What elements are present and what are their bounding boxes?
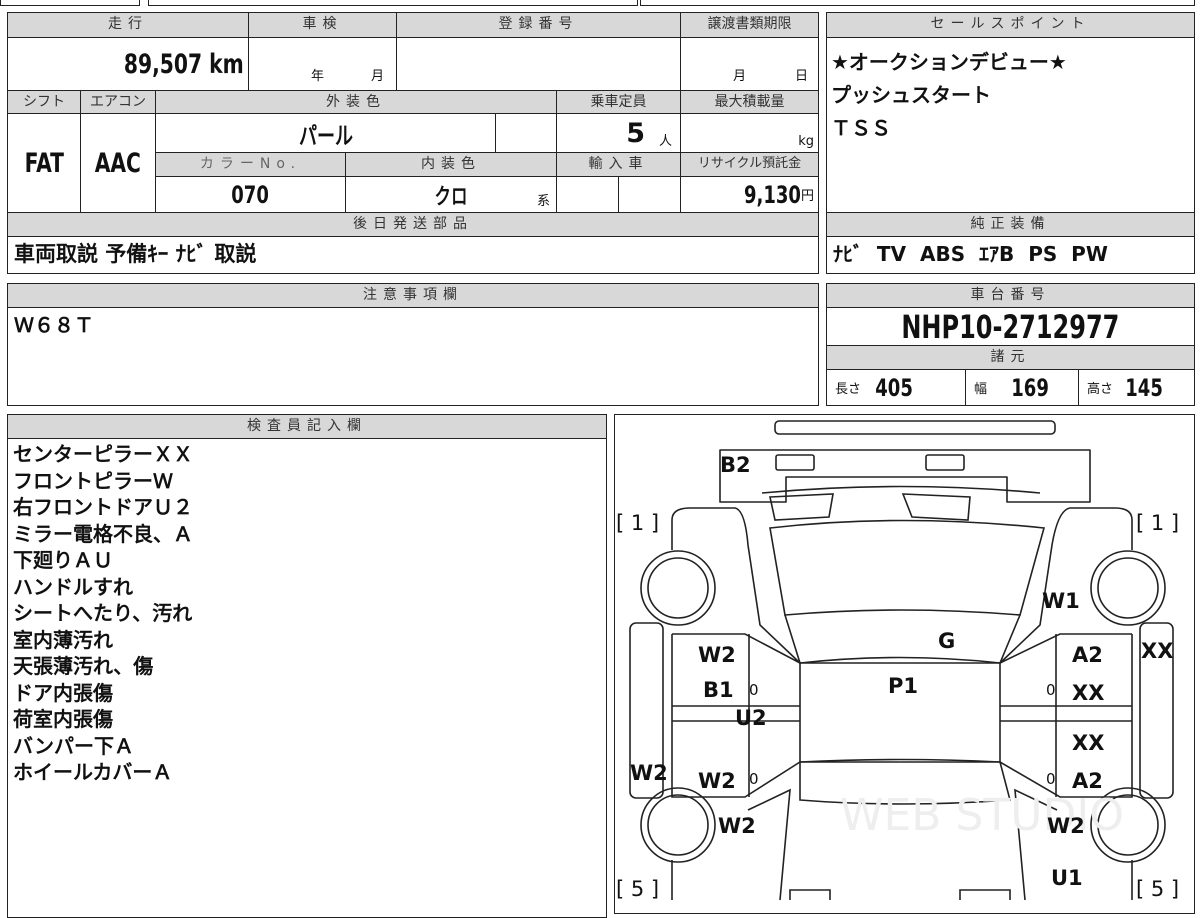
inspector-note: 室内薄汚れ (13, 627, 113, 652)
later-parts-label: 後日発送部品 (7, 212, 819, 237)
top-cell (0, 0, 140, 6)
sales-points-body: ★オークションデビュー★ プッシュスタート ＴＳＳ (826, 37, 1195, 213)
color-no-label: カラーNo. (155, 152, 346, 177)
capacity-value: 5人 (556, 113, 681, 153)
car-diagram: WEB STUDIO B2 [ 1 ] [ 1 ] W1 G W2 A2 XX … (614, 414, 1195, 914)
top-cell (148, 0, 638, 6)
later-parts-value: 車両取説 予備ｷｰ ﾅﾋﾞ 取説 (7, 236, 819, 274)
damage-mark: A2 (1072, 643, 1103, 667)
inspector-notes: センターピラーＸＸ フロントピラーＷ 右フロントドアＵ２ ミラー電格不良、Ａ 下… (7, 438, 607, 918)
panel-rank: [ 1 ] (616, 511, 659, 535)
transfer-deadline-label: 譲渡書類期限 (680, 12, 819, 38)
damage-mark: XX (1072, 681, 1104, 705)
sales-point: ★オークションデビュー★ (831, 50, 1067, 74)
spec-length: 長さ 405 (826, 369, 966, 406)
damage-mark: 0 (749, 770, 759, 788)
damage-mark: XX (1141, 639, 1173, 663)
blank-cell (495, 113, 557, 153)
damage-mark: 0 (1046, 770, 1056, 788)
panel-rank: [ 1 ] (1136, 511, 1179, 535)
inspector-label: 検査員記入欄 (7, 414, 607, 439)
aircon-label: エアコン (80, 90, 156, 114)
damage-mark: U1 (1051, 866, 1083, 890)
capacity-label: 乗車定員 (556, 90, 681, 114)
equipment-label: 純正装備 (826, 212, 1195, 237)
sales-point: プッシュスタート (831, 83, 991, 107)
inspector-note: 荷室内張傷 (13, 707, 113, 731)
inspector-note: シートへたり、汚れ (13, 601, 193, 625)
interior-color-value: クロ系 (345, 176, 557, 213)
exterior-color-label: 外装色 (155, 90, 557, 114)
damage-mark: 0 (749, 681, 759, 699)
shift-value: FAT (7, 113, 81, 213)
chassis-value: NHP10-2712977 (826, 307, 1195, 346)
inspector-note: ホイールカバーＡ (13, 760, 173, 784)
import-value-2 (618, 176, 681, 213)
inspector-note: センターピラーＸＸ (13, 442, 193, 466)
shaken-value: 年月 (248, 37, 397, 91)
damage-mark: B1 (703, 678, 734, 702)
spec-width: 幅 169 (965, 369, 1079, 406)
notes-label: 注意事項欄 (7, 283, 819, 308)
damage-mark: B2 (720, 453, 751, 477)
damage-mark: A2 (1072, 769, 1103, 793)
mileage-value: 89,507 km (7, 37, 249, 91)
inspector-note: 天張薄汚れ、傷 (13, 654, 154, 678)
sales-points-label: セールスポイント (826, 12, 1195, 38)
inspector-note: バンパー下Ａ (13, 733, 134, 758)
damage-mark: W2 (698, 769, 736, 793)
inspector-note: ハンドルすれ (13, 574, 133, 599)
specs-label: 諸元 (826, 345, 1195, 370)
damage-mark: XX (1072, 731, 1104, 755)
top-cell (640, 0, 1195, 6)
damage-mark: W2 (1047, 814, 1085, 838)
import-value (556, 176, 619, 213)
max-load-value: kg (680, 113, 819, 153)
panel-rank: [ 5 ] (1136, 877, 1179, 901)
damage-mark: W2 (698, 643, 736, 667)
registration-value (396, 37, 681, 91)
inspector-note: ドア内張傷 (13, 680, 113, 705)
recycle-value: 9,130 円 (680, 176, 819, 213)
panel-rank: [ 5 ] (616, 877, 659, 901)
max-load-label: 最大積載量 (680, 90, 819, 114)
damage-mark: W1 (1042, 589, 1080, 613)
spec-height: 高さ 145 (1078, 369, 1195, 406)
damage-mark: P1 (888, 674, 918, 698)
damage-mark: W2 (630, 761, 668, 785)
registration-label: 登録番号 (396, 12, 681, 38)
recycle-label: リサイクル預託金 (680, 152, 819, 177)
color-no-value: 070 (155, 176, 346, 213)
inspector-note: 右フロントドアＵ２ (13, 495, 193, 519)
interior-color-label: 内装色 (345, 152, 557, 177)
aircon-value: AAC (80, 113, 156, 213)
damage-mark: W2 (718, 814, 756, 838)
damage-mark: G (938, 629, 955, 653)
notes-value: Ｗ６８Ｔ (7, 307, 819, 406)
shaken-label: 車検 (248, 12, 397, 38)
transfer-deadline-value: 月日 (680, 37, 819, 91)
damage-mark: 0 (1046, 681, 1056, 699)
equipment-value: ﾅﾋﾞ TV ABS ｴｱB PS PW (826, 236, 1195, 274)
inspector-note: フロントピラーＷ (13, 468, 173, 493)
exterior-color-value: パール (155, 113, 496, 153)
chassis-label: 車台番号 (826, 283, 1195, 308)
import-label: 輸入車 (556, 152, 681, 177)
inspector-note: 下廻りＡＵ (13, 548, 113, 572)
damage-mark: U2 (735, 706, 767, 730)
shift-label: シフト (7, 90, 81, 114)
inspector-note: ミラー電格不良、Ａ (13, 521, 193, 546)
sales-point: ＴＳＳ (831, 116, 891, 140)
mileage-label: 走行 (7, 12, 249, 38)
